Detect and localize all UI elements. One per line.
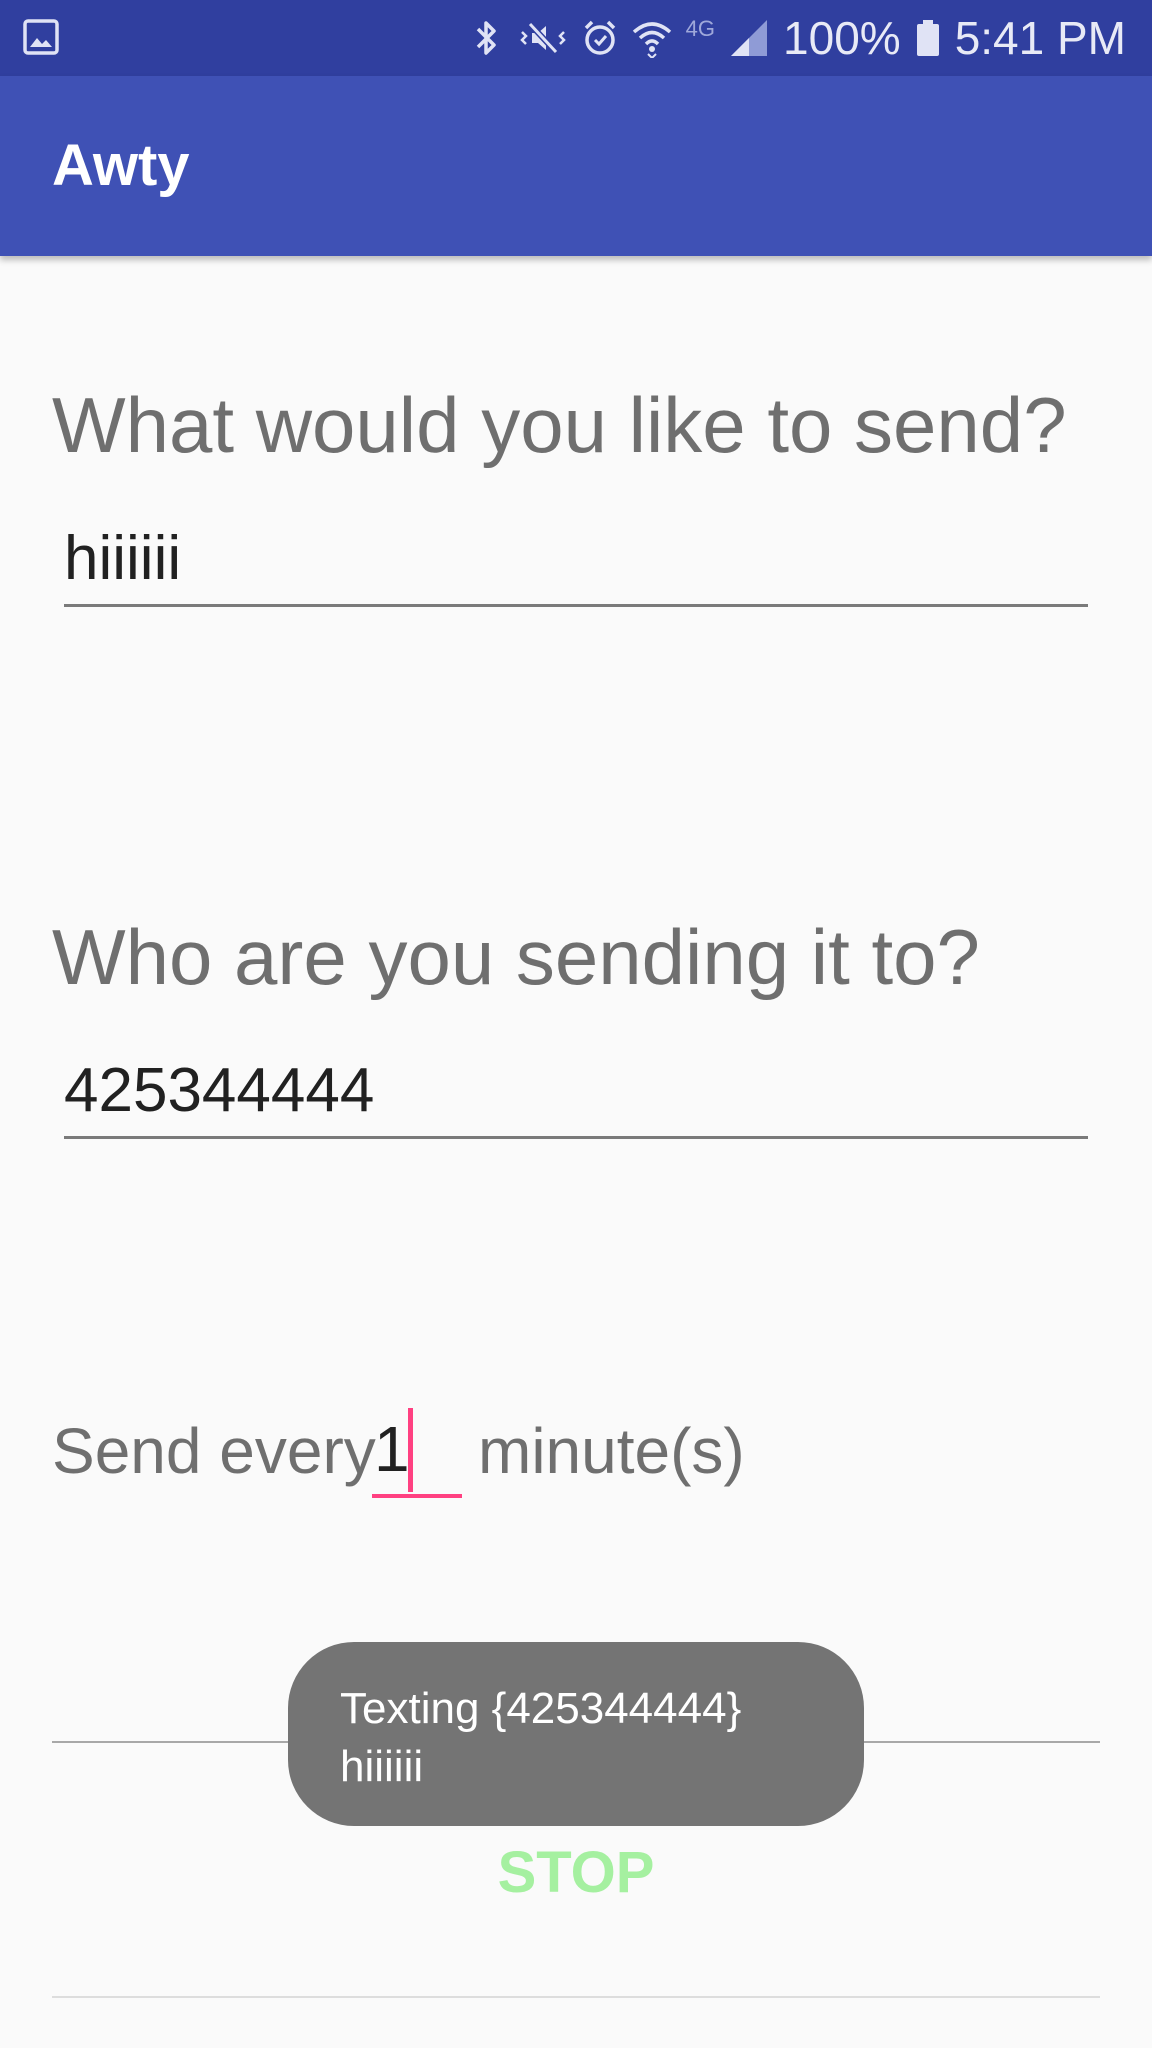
- status-bar: 4G 100% 5:41 PM: [0, 0, 1152, 76]
- toast-message: Texting {425344444} hiiiiii: [288, 1642, 864, 1826]
- bluetooth-icon: [468, 18, 504, 58]
- message-prompt: What would you like to send?: [52, 381, 1067, 469]
- battery-icon: [915, 18, 941, 58]
- interval-suffix-label: minute(s): [478, 1415, 745, 1487]
- app-bar: Awty: [0, 76, 1152, 256]
- recipient-input[interactable]: 425344444: [64, 1046, 1088, 1139]
- toast-line-2: hiiiiii: [340, 1742, 424, 1791]
- message-input[interactable]: hiiiiii: [64, 514, 1088, 607]
- gallery-notification-icon: [22, 18, 60, 56]
- text-cursor: [408, 1408, 413, 1492]
- status-time: 5:41 PM: [954, 12, 1126, 64]
- network-label: 4G: [685, 16, 716, 41]
- interval-input-value: 1: [374, 1413, 410, 1485]
- recipient-input-value: 425344444: [64, 1056, 375, 1125]
- interval-input[interactable]: 1: [372, 1402, 462, 1498]
- interval-prefix-label: Send every: [52, 1415, 376, 1487]
- signal-icon: [729, 18, 769, 58]
- stop-button[interactable]: STOP: [420, 1830, 732, 1916]
- alarm-icon: [582, 18, 618, 58]
- recipient-prompt: Who are you sending it to?: [52, 913, 980, 1001]
- app-title: Awty: [52, 133, 190, 198]
- message-input-value: hiiiiii: [64, 524, 182, 593]
- battery-percent: 100%: [783, 12, 901, 64]
- divider-bottom: [52, 1996, 1100, 1998]
- vibrate-mute-icon: [518, 18, 568, 58]
- toast-line-1: Texting {425344444}: [340, 1684, 742, 1733]
- wifi-icon: [632, 18, 672, 60]
- status-icons: 4G 100% 5:41 PM: [468, 0, 1126, 76]
- screen: 4G 100% 5:41 PM Awty What would you like…: [0, 0, 1152, 2048]
